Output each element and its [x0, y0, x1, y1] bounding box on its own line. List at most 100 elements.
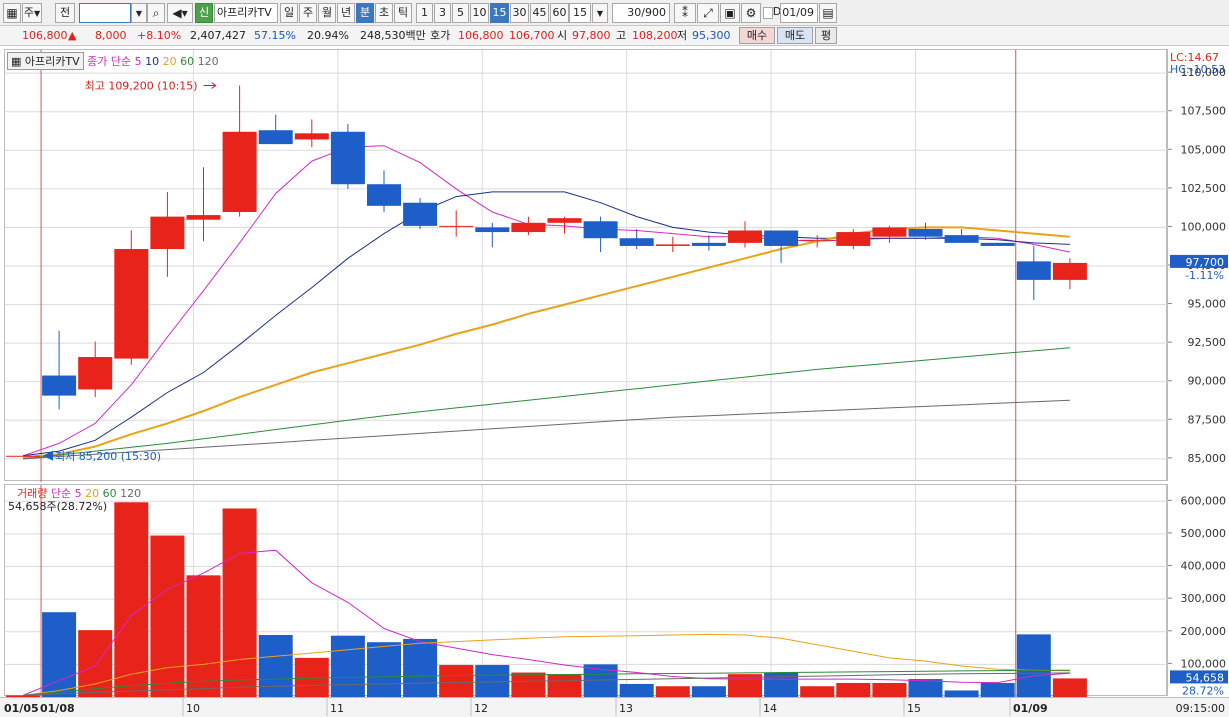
vol-tick-1: 500,000 — [1181, 527, 1227, 540]
price-tick-3: 102,500 — [1181, 182, 1227, 195]
price-tick-8: 90,000 — [1188, 375, 1227, 388]
candle-body-18 — [655, 244, 690, 246]
credit-badge: 신 — [195, 3, 213, 23]
chevron-down-icon: ▼ — [135, 9, 143, 18]
quote-bar: 106,800 ▲ 8,000 +8.10% 2,407,427 57.15% … — [0, 26, 1229, 46]
x-label-0: 01/05 — [4, 702, 39, 715]
gear-icon[interactable]: ⚙ — [741, 3, 761, 23]
chart-tool-icon[interactable]: ⤢ — [697, 3, 719, 23]
date-input[interactable]: 01/09 — [780, 3, 818, 23]
candle-body-29 — [1052, 262, 1087, 280]
candle-body-3 — [114, 249, 149, 359]
chart-type-icon[interactable]: ▦ — [3, 3, 21, 23]
x-label-4: 12 — [474, 702, 488, 715]
interval-tab-10[interactable]: 10 — [470, 3, 489, 23]
vol-tick-5: 100,000 — [1181, 657, 1227, 670]
interval-value-input[interactable]: 15 — [569, 3, 591, 23]
legend-vol-ma120: 120 — [120, 487, 142, 500]
price-tick-7: 92,500 — [1188, 336, 1227, 349]
high-price: 108,200 — [632, 29, 678, 42]
legend-ma5: 5 — [134, 55, 142, 68]
x-label-5: 13 — [619, 702, 633, 715]
interval-tab-15[interactable]: 15 — [490, 3, 509, 23]
period-tab-3[interactable]: 년 — [337, 3, 355, 23]
candle-body-12 — [439, 225, 474, 227]
x-label-2: 10 — [186, 702, 200, 715]
vol-tick-4: 200,000 — [1181, 625, 1227, 638]
price-chart-panel[interactable]: 최고 109,200 (10:15) 최저 85,200 (15:30) ▦ 아프… — [4, 49, 1168, 482]
market-select[interactable]: 주▼ — [22, 3, 42, 23]
volume-bar-9 — [330, 635, 365, 697]
buy-button[interactable]: 매수 — [739, 27, 775, 44]
candle-body-13 — [475, 227, 510, 233]
search-icon[interactable]: ⌕ — [147, 3, 165, 23]
high-label: 고 — [616, 29, 627, 42]
stock-code-input[interactable]: 067160 — [79, 3, 131, 23]
interval-dropdown[interactable]: ▼ — [592, 3, 608, 23]
interval-tab-30[interactable]: 30 — [510, 3, 529, 23]
bid-price: 106,700 — [509, 29, 555, 42]
save-icon[interactable]: ▣ — [720, 3, 740, 23]
price-axis-scale: LC:14.67HC:-10.53110,000107,500105,00010… — [1168, 51, 1228, 465]
stock-name: 아프리카TV — [214, 3, 278, 23]
volume-bar-22 — [800, 686, 835, 697]
legend-ma120: 120 — [197, 55, 219, 68]
settings-list-icon[interactable]: ⁑ — [674, 3, 696, 23]
candle-body-7 — [258, 130, 293, 145]
candle-body-26 — [944, 235, 979, 243]
candle-body-16 — [583, 221, 618, 239]
candle-body-2 — [78, 357, 113, 390]
speaker-icon[interactable]: ◀▾ — [167, 3, 193, 23]
candle-body-22 — [800, 239, 835, 241]
interval-tab-3[interactable]: 3 — [434, 3, 451, 23]
period-tab-5[interactable]: 초 — [375, 3, 393, 23]
candle-body-21 — [764, 230, 799, 246]
open-label: 시 — [557, 29, 568, 42]
volume-bar-10 — [367, 642, 401, 697]
grid-icon: ▦ — [11, 55, 22, 68]
price-tick-4: 100,000 — [1181, 220, 1227, 233]
period-tab-2[interactable]: 월 — [318, 3, 336, 23]
volume-bar-28 — [1016, 634, 1051, 697]
interval-tab-5[interactable]: 5 — [452, 3, 469, 23]
candle-body-20 — [728, 230, 762, 243]
volume-chart-panel[interactable]: 거래량 단순 5 20 60 120 54,658주(28.72%) — [4, 484, 1168, 697]
volume-bar-6 — [222, 508, 257, 697]
interval-tab-60[interactable]: 60 — [550, 3, 569, 23]
period-tab-4[interactable]: 분 — [356, 3, 374, 23]
period-tab-6[interactable]: 틱 — [394, 3, 412, 23]
vol-tick-3: 300,000 — [1181, 592, 1227, 605]
period-tab-1[interactable]: 주 — [299, 3, 317, 23]
candle-body-4 — [150, 216, 185, 250]
vol-tick-0: 600,000 — [1181, 494, 1227, 507]
legend-ma20: 20 — [162, 55, 177, 68]
volume-bar-15 — [547, 674, 582, 697]
turnover-ratio: 20.94% — [307, 29, 349, 42]
current-price-label: 97,700 — [1186, 256, 1225, 269]
x-time-label: 09:15:00 — [1176, 702, 1225, 715]
interval-tab-45[interactable]: 45 — [530, 3, 549, 23]
volume-chart — [5, 485, 1168, 697]
current-change-label: -1.11% — [1185, 269, 1224, 282]
x-label-3: 11 — [330, 702, 344, 715]
price-tick-2: 105,000 — [1181, 143, 1227, 156]
x-label-8: 01/09 — [1013, 702, 1048, 715]
eval-button[interactable]: 평 — [815, 27, 837, 44]
candle-body-5 — [186, 215, 221, 220]
count-input[interactable]: 30/900 — [612, 3, 670, 23]
high-arrow-icon — [203, 82, 217, 89]
chart-menu[interactable]: ▦ 아프리카TV — [7, 52, 84, 70]
period-tab-0[interactable]: 일 — [280, 3, 298, 23]
volume-bar-12 — [439, 665, 474, 697]
chevron-down-icon: ▼ — [33, 9, 41, 18]
sell-button[interactable]: 매도 — [777, 27, 813, 44]
volume-value: 2,407,427 — [190, 29, 246, 42]
calendar-icon[interactable]: ▤ — [819, 3, 837, 23]
toolbar: ▦ 주▼ 전 067160 ▼ ⌕ ◀▾ 신 아프리카TV 일주월년분초틱 13… — [0, 0, 1229, 26]
bid-ask-label: 호가 — [430, 29, 451, 42]
prev-button[interactable]: 전 — [55, 3, 75, 23]
interval-tab-1[interactable]: 1 — [416, 3, 433, 23]
volume-bar-5 — [186, 575, 221, 697]
code-dropdown[interactable]: ▼ — [131, 3, 147, 23]
candle-body-19 — [691, 242, 726, 246]
